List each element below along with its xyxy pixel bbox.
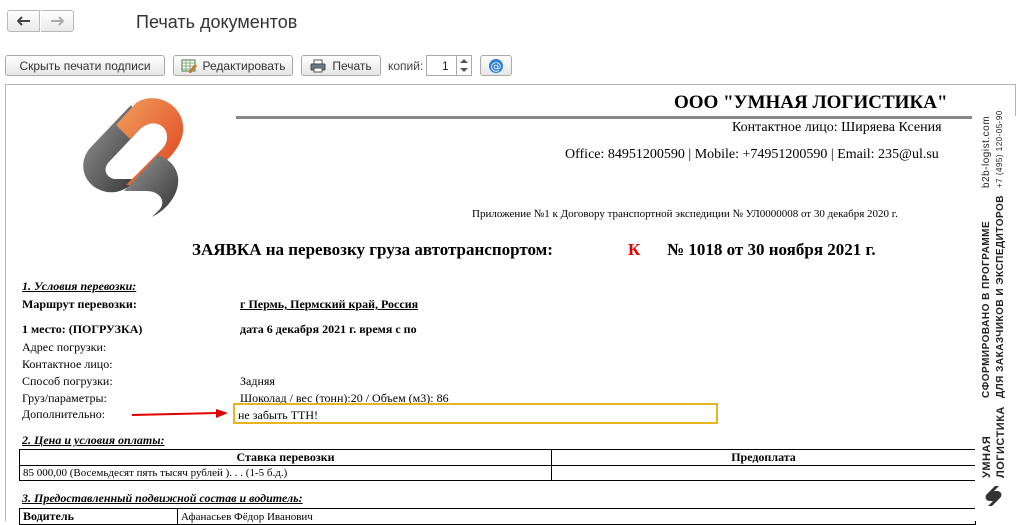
extra-value: не забыть ТТН! bbox=[238, 408, 319, 422]
banner-brand2: ЛОГИСТИКА bbox=[995, 406, 1007, 478]
section3-title: 3. Предоставленный подвижной состав и во… bbox=[22, 491, 303, 505]
edit-button[interactable]: Редактировать bbox=[173, 55, 293, 76]
driver-table: Водитель Афанасьев Фёдор Иванович bbox=[19, 508, 976, 525]
edit-table-icon bbox=[181, 59, 197, 73]
extra-label: Дополнительно: bbox=[22, 407, 106, 421]
banner-site: b2b-logist.com bbox=[981, 115, 992, 188]
contact-label: Контактное лицо: bbox=[22, 357, 113, 371]
side-banner: b2b-logist.com +7 (495) 120-05-90 СФОРМИ… bbox=[975, 110, 1021, 521]
svg-text:@: @ bbox=[491, 60, 502, 73]
company-logo bbox=[83, 98, 184, 217]
banner-line2: ДЛЯ ЗАКАЗЧИКОВ И ЭКСПЕДИТОРОВ bbox=[995, 194, 1006, 398]
extra-note-box[interactable]: не забыть ТТН! bbox=[233, 403, 718, 424]
edit-label: Редактировать bbox=[202, 58, 286, 73]
cargo-label: Груз/параметры: bbox=[22, 391, 107, 405]
hide-signatures-label: Скрыть печати подписи bbox=[19, 58, 151, 73]
red-arrow-icon bbox=[131, 409, 228, 418]
table-header-row: Ставка перевозки Предоплата bbox=[19, 449, 976, 466]
table-row: 85 000,00 (Восемьдесят пять тысяч рублей… bbox=[19, 465, 976, 481]
at-sign-icon: @ bbox=[489, 58, 503, 73]
address-label: Адрес погрузки: bbox=[22, 340, 107, 354]
banner-logo-icon bbox=[985, 486, 1002, 506]
request-title: ЗАЯВКА на перевозку груза автотранспорто… bbox=[192, 240, 553, 259]
payment-table: Ставка перевозки Предоплата 85 000,00 (В… bbox=[19, 449, 976, 481]
section2-title: 2. Цена и условия оплаты: bbox=[22, 433, 165, 447]
appendix-line: Приложение №1 к Договору транспортной эк… bbox=[472, 208, 898, 220]
arrow-right-icon bbox=[51, 16, 64, 26]
section1-title: 1. Условия перевозки: bbox=[22, 279, 137, 293]
email-button[interactable]: @ bbox=[480, 55, 512, 76]
forward-button[interactable] bbox=[41, 10, 74, 32]
request-number: № 1018 от 30 ноября 2021 г. bbox=[667, 240, 876, 259]
arrow-left-icon bbox=[16, 16, 30, 26]
banner-line1: СФОРМИРОВАНО В ПРОГРАММЕ bbox=[981, 220, 992, 398]
driver-value: Афанасьев Фёдор Иванович bbox=[177, 508, 976, 525]
place-label: 1 место: (ПОГРУЗКА) bbox=[22, 322, 143, 336]
printer-icon bbox=[310, 59, 326, 72]
copies-value: 1 bbox=[442, 59, 449, 73]
table-row: Водитель Афанасьев Фёдор Иванович bbox=[19, 508, 976, 525]
rate-cell: 85 000,00 (Восемьдесят пять тысяч рублей… bbox=[19, 465, 552, 481]
print-label: Печать bbox=[332, 58, 372, 73]
copies-label: копий: bbox=[388, 59, 424, 73]
chevron-up-icon[interactable] bbox=[460, 59, 468, 63]
route-value: г Пермь, Пермский край, Россия bbox=[240, 297, 419, 311]
hide-signatures-button[interactable]: Скрыть печати подписи bbox=[5, 55, 165, 76]
place-value: дата 6 декабря 2021 г. время с по bbox=[240, 322, 417, 336]
chevron-down-icon[interactable] bbox=[460, 68, 468, 72]
office-contacts: Office: 84951200590 | Mobile: +749512005… bbox=[565, 147, 939, 162]
page-title: Печать документов bbox=[136, 12, 298, 32]
contact-person: Контактное лицо: Ширяева Ксения bbox=[732, 120, 942, 135]
route-label: Маршрут перевозки: bbox=[22, 297, 137, 311]
driver-label: Водитель bbox=[19, 508, 178, 525]
print-button[interactable]: Печать bbox=[301, 55, 381, 76]
rate-header: Ставка перевозки bbox=[19, 449, 552, 466]
request-mark: К bbox=[628, 240, 641, 259]
header-divider bbox=[236, 116, 972, 119]
prepay-cell bbox=[551, 465, 976, 481]
method-value: Задняя bbox=[240, 374, 275, 388]
back-button[interactable] bbox=[7, 10, 40, 32]
prepay-header: Предоплата bbox=[551, 449, 976, 466]
banner-brand1: УМНАЯ bbox=[981, 435, 993, 478]
copies-stepper[interactable]: 1 bbox=[426, 55, 472, 76]
company-name: ООО "УМНАЯ ЛОГИСТИКА" bbox=[674, 92, 948, 113]
stepper-arrows[interactable] bbox=[456, 56, 471, 75]
banner-phone: +7 (495) 120-05-90 bbox=[995, 110, 1004, 188]
method-label: Способ погрузки: bbox=[22, 374, 113, 388]
